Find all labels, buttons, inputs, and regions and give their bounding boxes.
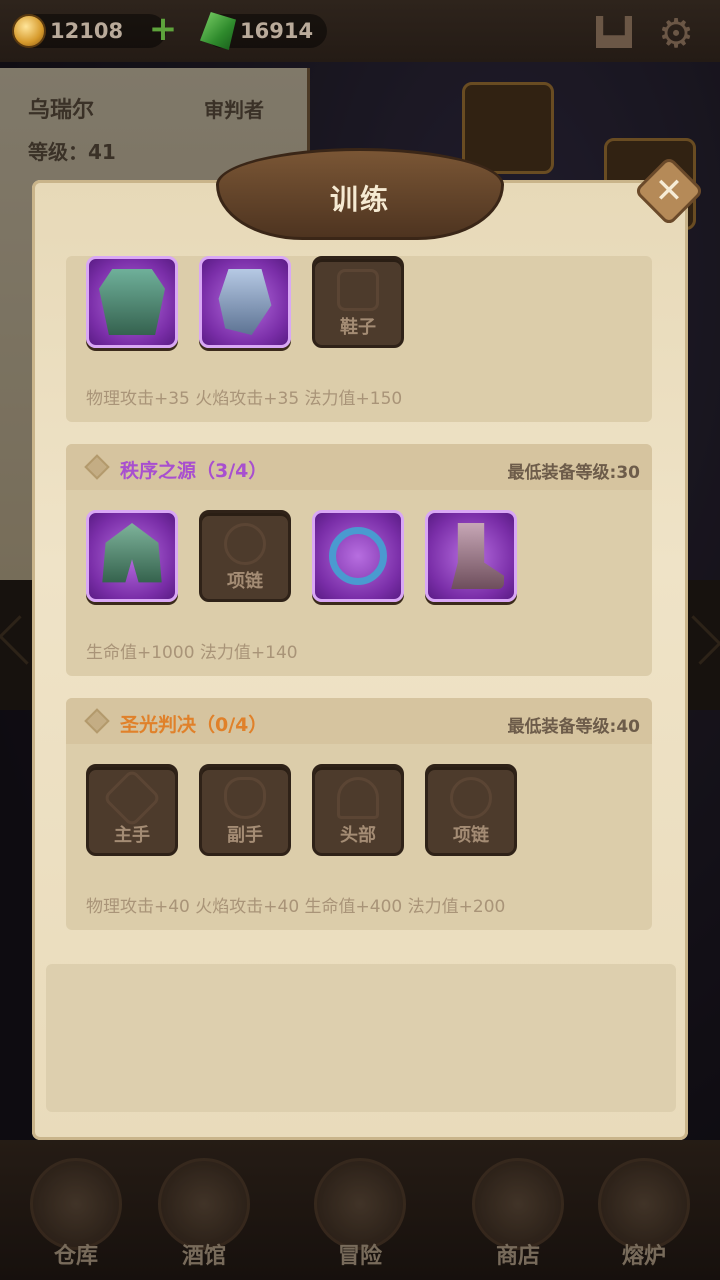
slot-label: 项链	[227, 571, 263, 592]
set-card: 秩序之源（3/4） 最低装备等级:30 项链 生命值+1000 法力值+140	[66, 444, 652, 676]
equipment-slot-empty[interactable]: 项链	[425, 764, 517, 856]
equipment-slot-empty[interactable]: 副手	[199, 764, 291, 856]
equipment-slot-empty[interactable]: 项链	[199, 510, 291, 602]
add-currency-icon[interactable]: +	[146, 12, 180, 48]
gear-icon[interactable]: ⚙	[656, 14, 696, 54]
armor-icon	[99, 269, 165, 335]
nav-overlay	[0, 1140, 720, 1280]
set-bonus: 物理攻击+35 火焰攻击+35 法力值+150	[86, 389, 403, 409]
helmet-placeholder-icon	[337, 777, 379, 819]
necklace-placeholder-icon	[450, 777, 492, 819]
necklace-placeholder-icon	[224, 523, 266, 565]
slot-label: 头部	[340, 825, 376, 846]
equipment-slot-empty[interactable]: 头部	[312, 764, 404, 856]
set-name: 圣光判决（0/4）	[120, 714, 268, 736]
gold-coin-icon	[12, 14, 46, 48]
dialog-title: 训练	[329, 183, 390, 216]
slot-label: 鞋子	[340, 317, 376, 338]
shield-placeholder-icon	[224, 777, 266, 819]
gauntlet-icon	[218, 269, 272, 335]
equipment-slot-empty[interactable]: 主手	[86, 764, 178, 856]
set-requirement: 最低装备等级:40	[507, 717, 640, 737]
equipment-slot-empty[interactable]: 鞋子	[312, 256, 404, 348]
close-icon[interactable]: ✕	[644, 166, 694, 216]
equipment-slot[interactable]	[86, 510, 178, 602]
set-card: 鞋子 物理攻击+35 火焰攻击+35 法力值+150	[66, 256, 652, 422]
gem-value: 16914	[240, 19, 314, 43]
empty-info-panel	[46, 964, 676, 1112]
slot-label: 副手	[227, 825, 263, 846]
boots-placeholder-icon	[337, 269, 379, 311]
slot-label: 主手	[114, 825, 150, 846]
helmet-icon	[102, 523, 162, 583]
boots-icon	[451, 523, 504, 589]
equipment-slot[interactable]	[425, 510, 517, 602]
equipment-slot[interactable]	[312, 510, 404, 602]
sword-placeholder-icon	[102, 768, 162, 828]
slot-label: 项链	[453, 825, 489, 846]
gold-value: 12108	[50, 19, 124, 43]
set-requirement: 最低装备等级:30	[507, 463, 640, 483]
set-bonus: 物理攻击+40 火焰攻击+40 生命值+400 法力值+200	[86, 897, 506, 917]
equipment-slot[interactable]	[199, 256, 291, 348]
set-bonus: 生命值+1000 法力值+140	[86, 643, 298, 663]
equipment-slot[interactable]	[86, 256, 178, 348]
ring-icon	[329, 527, 387, 585]
set-card: 圣光判决（0/4） 最低装备等级:40 主手 副手 头部 项链 物理攻击+40 …	[66, 698, 652, 930]
set-name: 秩序之源（3/4）	[120, 460, 268, 482]
